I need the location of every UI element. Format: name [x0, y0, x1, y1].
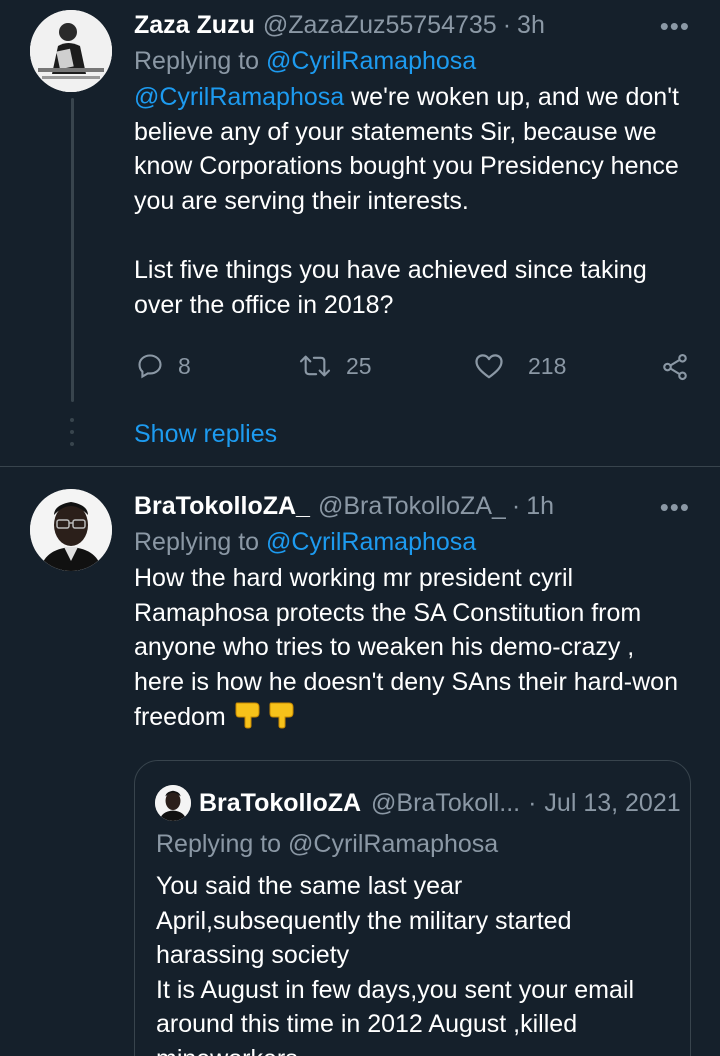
retweet-button[interactable]: 25: [298, 352, 372, 380]
reply-button[interactable]: 8: [136, 352, 191, 380]
quote-avatar: [155, 785, 191, 821]
user-handle[interactable]: @ZazaZuz55754735: [263, 8, 497, 42]
avatar[interactable]: [30, 10, 112, 92]
reply-icon: [138, 354, 162, 379]
display-name[interactable]: BraTokolloZA_: [134, 489, 310, 523]
replying-mention-link[interactable]: @CyrilRamaphosa: [266, 47, 476, 75]
more-icon[interactable]: •••: [660, 13, 690, 39]
thread-dots: [70, 418, 74, 446]
quote-header: BraTokolloZA @BraTokoll... · Jul 13, 202…: [155, 785, 681, 821]
share-button[interactable]: [660, 352, 690, 382]
body-mention-link[interactable]: @CyrilRamaphosa: [134, 83, 344, 111]
timestamp[interactable]: 1h: [526, 489, 554, 523]
show-replies-link[interactable]: Show replies: [134, 420, 277, 449]
pointing-down-emoji-icon: [235, 702, 294, 729]
avatar-image: [30, 489, 112, 571]
separator-dot: ·: [511, 492, 521, 520]
retweet-count: 25: [346, 352, 372, 379]
tweet-header: Zaza Zuzu @ZazaZuz55754735 · 3h: [134, 8, 690, 42]
avatar[interactable]: [30, 489, 112, 571]
like-count: 218: [528, 352, 567, 379]
replying-mention-link[interactable]: @CyrilRamaphosa: [266, 528, 476, 556]
share-icon: [663, 353, 687, 381]
tweet-text-content: we're woken up, and we don't believe any…: [134, 83, 679, 319]
replying-to: Replying to @CyrilRamaphosa: [134, 525, 690, 559]
like-icon: [475, 354, 503, 379]
thread-line: [71, 98, 74, 402]
tweet-zaza-zuzu[interactable]: Zaza Zuzu @ZazaZuz55754735 · 3h Replying…: [0, 0, 720, 466]
replying-prefix: Replying to: [134, 47, 267, 75]
quote-replying-to: Replying to @CyrilRamaphosa: [156, 830, 499, 858]
quoted-tweet[interactable]: BraTokolloZA @BraTokoll... · Jul 13, 202…: [134, 760, 691, 1056]
more-icon[interactable]: •••: [660, 494, 690, 520]
tweet-text-content: How the hard working mr president cyril …: [134, 564, 685, 732]
quote-separator-dot: ·: [528, 788, 537, 817]
separator-dot: ·: [502, 11, 512, 39]
pointing-down-emoji: [233, 699, 297, 738]
avatar-image: [30, 10, 112, 92]
replying-prefix: Replying to: [134, 528, 267, 556]
quote-text: You said the same last year April,subseq…: [156, 872, 635, 1056]
quote-avatar-image: [155, 785, 191, 821]
user-handle[interactable]: @BraTokolloZA_: [318, 489, 506, 523]
retweet-icon: [299, 355, 331, 377]
tweet-header: BraTokolloZA_ @BraTokolloZA_ · 1h: [134, 489, 690, 523]
reply-count: 8: [178, 352, 191, 379]
quote-timestamp: Jul 13, 2021: [544, 788, 681, 817]
display-name[interactable]: Zaza Zuzu: [134, 8, 255, 42]
tweet-text: @CyrilRamaphosa we're woken up, and we d…: [134, 80, 690, 322]
tweet-text: How the hard working mr president cyril …: [134, 561, 690, 738]
timestamp[interactable]: 3h: [517, 8, 545, 42]
quote-display-name: BraTokolloZA: [199, 788, 362, 817]
replying-to: Replying to @CyrilRamaphosa: [134, 44, 690, 78]
quote-user-handle: @BraTokoll...: [371, 788, 521, 817]
like-button[interactable]: 218: [474, 352, 566, 380]
